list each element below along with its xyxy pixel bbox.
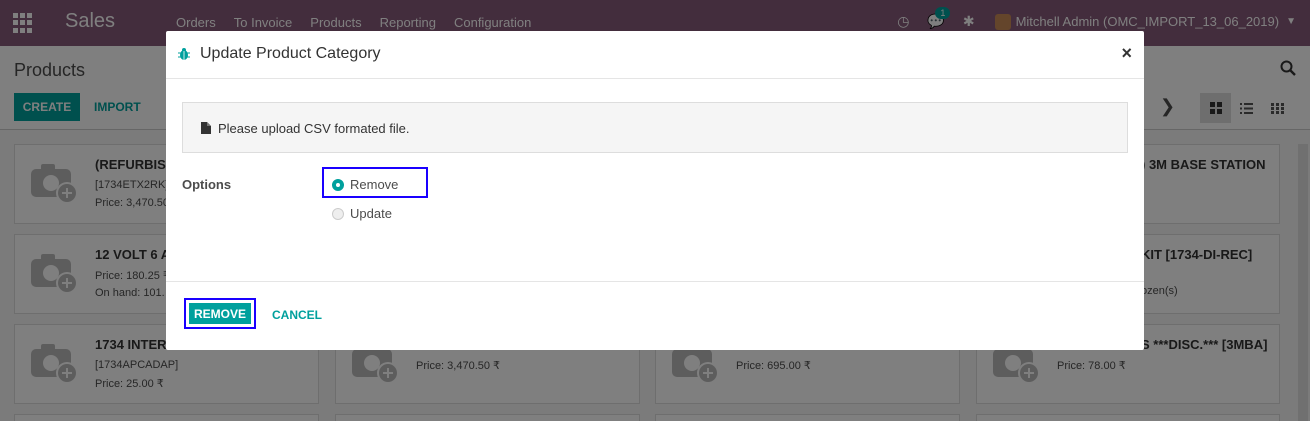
file-icon xyxy=(201,122,211,134)
options-label: Options xyxy=(182,177,232,192)
radio-update-label: Update xyxy=(350,206,392,221)
radio-remove[interactable]: Remove xyxy=(332,177,398,192)
radio-unchecked-icon[interactable] xyxy=(332,207,344,220)
bug-icon xyxy=(178,48,190,60)
update-category-dialog: Update Product Category × Please upload … xyxy=(166,31,1144,350)
radio-remove-label: Remove xyxy=(350,177,399,192)
radio-update[interactable]: Update xyxy=(332,206,392,221)
info-alert: Please upload CSV formated file. xyxy=(182,102,1128,153)
info-text: Please upload CSV formated file. xyxy=(218,121,410,136)
close-icon[interactable]: × xyxy=(1121,43,1132,64)
remove-button[interactable]: REMOVE xyxy=(189,303,251,324)
dialog-title: Update Product Category xyxy=(200,45,381,62)
radio-checked-icon[interactable] xyxy=(332,178,344,191)
dialog-header: Update Product Category × xyxy=(166,31,1144,79)
dialog-footer: REMOVE CANCEL xyxy=(166,281,1144,350)
cancel-button[interactable]: CANCEL xyxy=(272,308,322,322)
highlight-box: REMOVE xyxy=(184,298,256,329)
